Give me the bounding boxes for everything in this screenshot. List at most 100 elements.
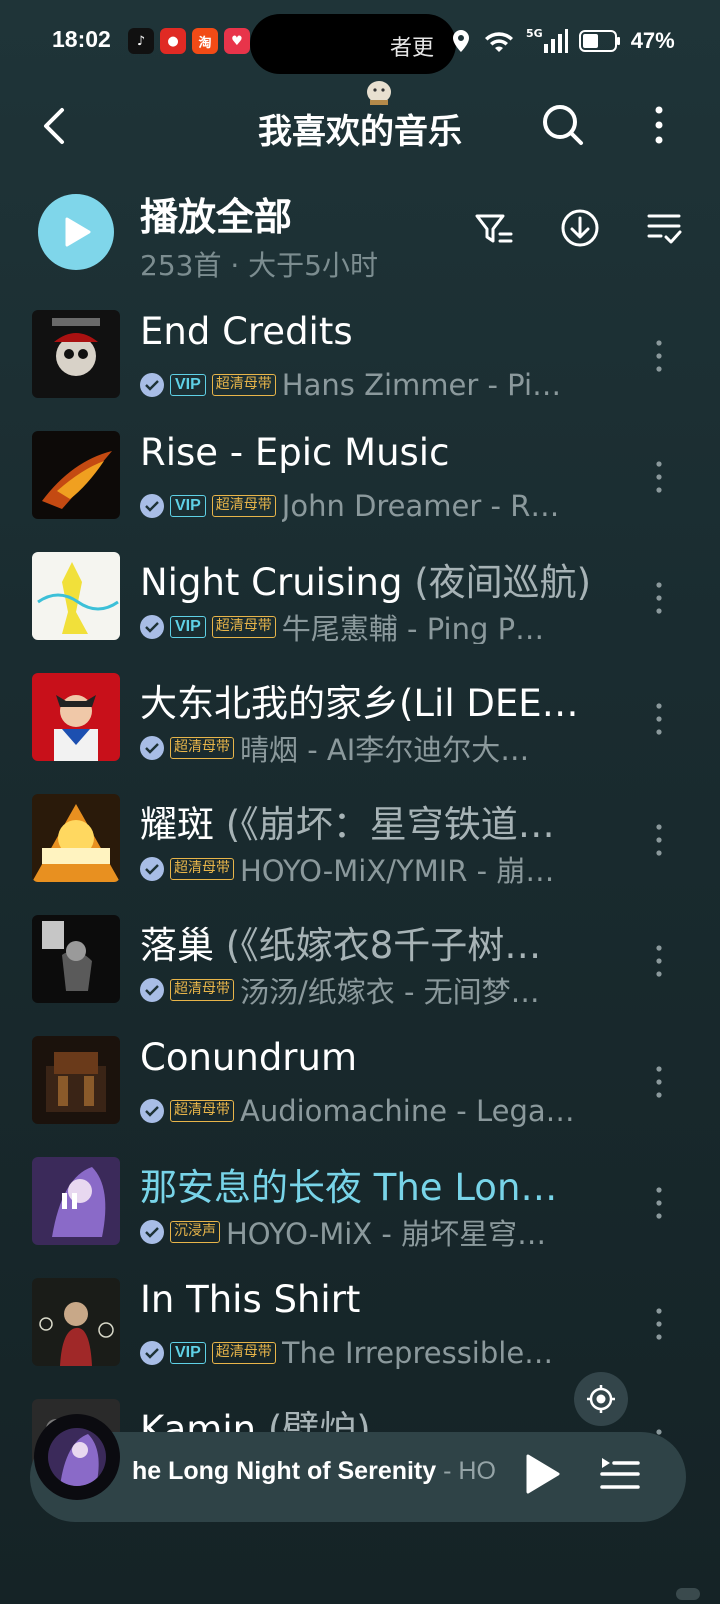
quality-badge: 超清母带 <box>211 374 276 396</box>
quality-badge: 沉浸声 <box>170 1221 220 1243</box>
location-icon <box>453 30 469 52</box>
play-all-label[interactable]: 播放全部 <box>140 186 292 241</box>
artist-album: John Dreamer - R… <box>281 489 560 523</box>
play-icon[interactable] <box>522 1452 562 1496</box>
album-cover <box>32 310 120 398</box>
pill-text: 者更 <box>390 36 435 61</box>
song-meta: VIP 超清母带 The Irrepressible… <box>140 1336 590 1370</box>
status-time: 18:02 <box>52 26 111 52</box>
quality-badge: 超清母带 <box>211 616 276 638</box>
verified-check-icon <box>140 1099 164 1123</box>
watermark <box>676 1588 700 1600</box>
play-all-subtitle: 253首 · 大于5小时 <box>140 249 378 282</box>
album-cover <box>32 1036 120 1124</box>
song-row[interactable]: 耀斑 (《崩坏：星穹铁道… 超清母带 HOYO-MiX/YMIR - 崩… <box>0 790 720 910</box>
more-vertical-icon[interactable] <box>650 699 668 739</box>
mini-player-cover[interactable] <box>34 1414 120 1500</box>
quality-badge: 超清母带 <box>170 737 234 759</box>
verified-check-icon <box>140 373 164 397</box>
song-meta: 超清母带 晴烟 - AI李尔迪尔大… <box>140 731 590 765</box>
verified-check-icon <box>140 978 164 1002</box>
more-vertical-icon[interactable] <box>650 820 668 860</box>
download-icon[interactable] <box>560 208 600 248</box>
song-row[interactable]: Rise - Epic Music VIP 超清母带 John Dreamer … <box>0 427 720 547</box>
multiselect-icon[interactable] <box>646 210 682 246</box>
taobao-notification-icon: 淘 <box>192 28 218 54</box>
song-title: 落巢 (《纸嫁衣8千子树… <box>140 924 542 967</box>
play-all-section: 播放全部 253首 · 大于5小时 <box>0 180 720 290</box>
mascot-icon <box>367 81 391 105</box>
verified-check-icon <box>140 1220 164 1244</box>
song-meta: VIP 超清母带 Hans Zimmer - Pi… <box>140 368 590 402</box>
song-meta: VIP 超清母带 牛尾憲輔 - Ping P… <box>140 610 590 644</box>
artist-album: Hans Zimmer - Pi… <box>281 368 562 402</box>
mini-player-title: he Long Night of Serenity - HO <box>132 1457 496 1485</box>
album-cover <box>32 673 120 761</box>
more-vertical-icon[interactable] <box>650 1062 668 1102</box>
quality-badge: 超清母带 <box>170 1100 234 1122</box>
battery-percent: 47% <box>630 28 675 53</box>
play-icon <box>65 217 91 247</box>
song-title: End Credits <box>140 310 353 353</box>
song-title: 大东北我的家乡(Lil DEE… <box>140 682 579 725</box>
artist-album: 晴烟 - AI李尔迪尔大… <box>240 733 530 765</box>
song-meta: 超清母带 HOYO-MiX/YMIR - 崩… <box>140 852 590 886</box>
album-cover <box>32 431 120 519</box>
play-all-button[interactable] <box>38 194 114 270</box>
more-vertical-icon[interactable] <box>650 941 668 981</box>
locate-icon <box>587 1385 615 1413</box>
album-cover <box>32 1157 120 1245</box>
more-vertical-icon[interactable] <box>650 336 668 376</box>
quality-badge: 超清母带 <box>170 979 234 1001</box>
more-vertical-icon[interactable] <box>650 1183 668 1223</box>
page-title: 我喜欢的音乐 <box>258 112 462 152</box>
quality-badge: 超清母带 <box>211 1342 276 1364</box>
song-title: Night Cruising (夜间巡航) <box>140 561 592 604</box>
queue-icon[interactable] <box>598 1454 642 1494</box>
verified-check-icon <box>140 494 164 518</box>
song-meta: 超清母带 汤汤/纸嫁衣 - 无间梦… <box>140 973 590 1007</box>
verified-check-icon <box>140 615 164 639</box>
song-title: In This Shirt <box>140 1278 361 1321</box>
more-vertical-icon[interactable] <box>650 578 668 618</box>
status-indicators: 5G 47% <box>450 24 675 58</box>
more-vertical-icon[interactable] <box>650 1304 668 1344</box>
filter-icon[interactable] <box>474 210 514 250</box>
more-vertical-icon[interactable] <box>648 102 670 148</box>
song-row[interactable]: 大东北我的家乡(Lil DEE… 超清母带 晴烟 - AI李尔迪尔大… <box>0 669 720 789</box>
artist-album: HOYO-MiX/YMIR - 崩… <box>240 854 555 886</box>
song-title: Rise - Epic Music <box>140 431 450 474</box>
verified-check-icon <box>140 1341 164 1365</box>
artist-album: Audiomachine - Lega… <box>240 1094 575 1128</box>
song-row[interactable]: End Credits VIP 超清母带 Hans Zimmer - Pi… <box>0 306 720 426</box>
app-header: 我喜欢的音乐 <box>0 81 720 166</box>
song-row[interactable]: Conundrum 超清母带 Audiomachine - Lega… <box>0 1032 720 1152</box>
album-cover <box>32 794 120 882</box>
signal-icon <box>543 29 568 53</box>
more-vertical-icon[interactable] <box>650 457 668 497</box>
app-notification-icon-2: ♥ <box>224 28 250 54</box>
song-title: Conundrum <box>140 1036 358 1079</box>
quality-badge: 超清母带 <box>170 858 234 880</box>
app-notification-icon: ● <box>160 28 186 54</box>
album-cover <box>32 552 120 640</box>
verified-check-icon <box>140 736 164 760</box>
song-meta: 沉浸声 HOYO-MiX - 崩坏星穹… <box>140 1215 590 1249</box>
song-row[interactable]: Night Cruising (夜间巡航) VIP 超清母带 牛尾憲輔 - Pi… <box>0 548 720 668</box>
locate-current-button[interactable] <box>574 1372 628 1426</box>
vip-badge: VIP <box>170 1342 206 1364</box>
quality-badge: 超清母带 <box>211 495 276 517</box>
album-cover <box>32 915 120 1003</box>
battery-icon <box>578 30 620 52</box>
song-row[interactable]: 落巢 (《纸嫁衣8千子树… 超清母带 汤汤/纸嫁衣 - 无间梦… <box>0 911 720 1031</box>
artist-album: 牛尾憲輔 - Ping P… <box>281 612 545 644</box>
vip-badge: VIP <box>170 374 206 396</box>
song-row-playing[interactable]: 那安息的长夜 The Lon… 沉浸声 HOYO-MiX - 崩坏星穹… <box>0 1153 720 1273</box>
tiktok-notification-icon: ♪ <box>128 28 154 54</box>
artist-album: 汤汤/纸嫁衣 - 无间梦… <box>240 975 540 1007</box>
search-icon[interactable] <box>540 102 586 148</box>
vip-badge: VIP <box>170 495 206 517</box>
song-meta: 超清母带 Audiomachine - Lega… <box>140 1094 590 1128</box>
song-meta: VIP 超清母带 John Dreamer - R… <box>140 489 590 523</box>
artist-album: HOYO-MiX - 崩坏星穹… <box>226 1217 547 1249</box>
